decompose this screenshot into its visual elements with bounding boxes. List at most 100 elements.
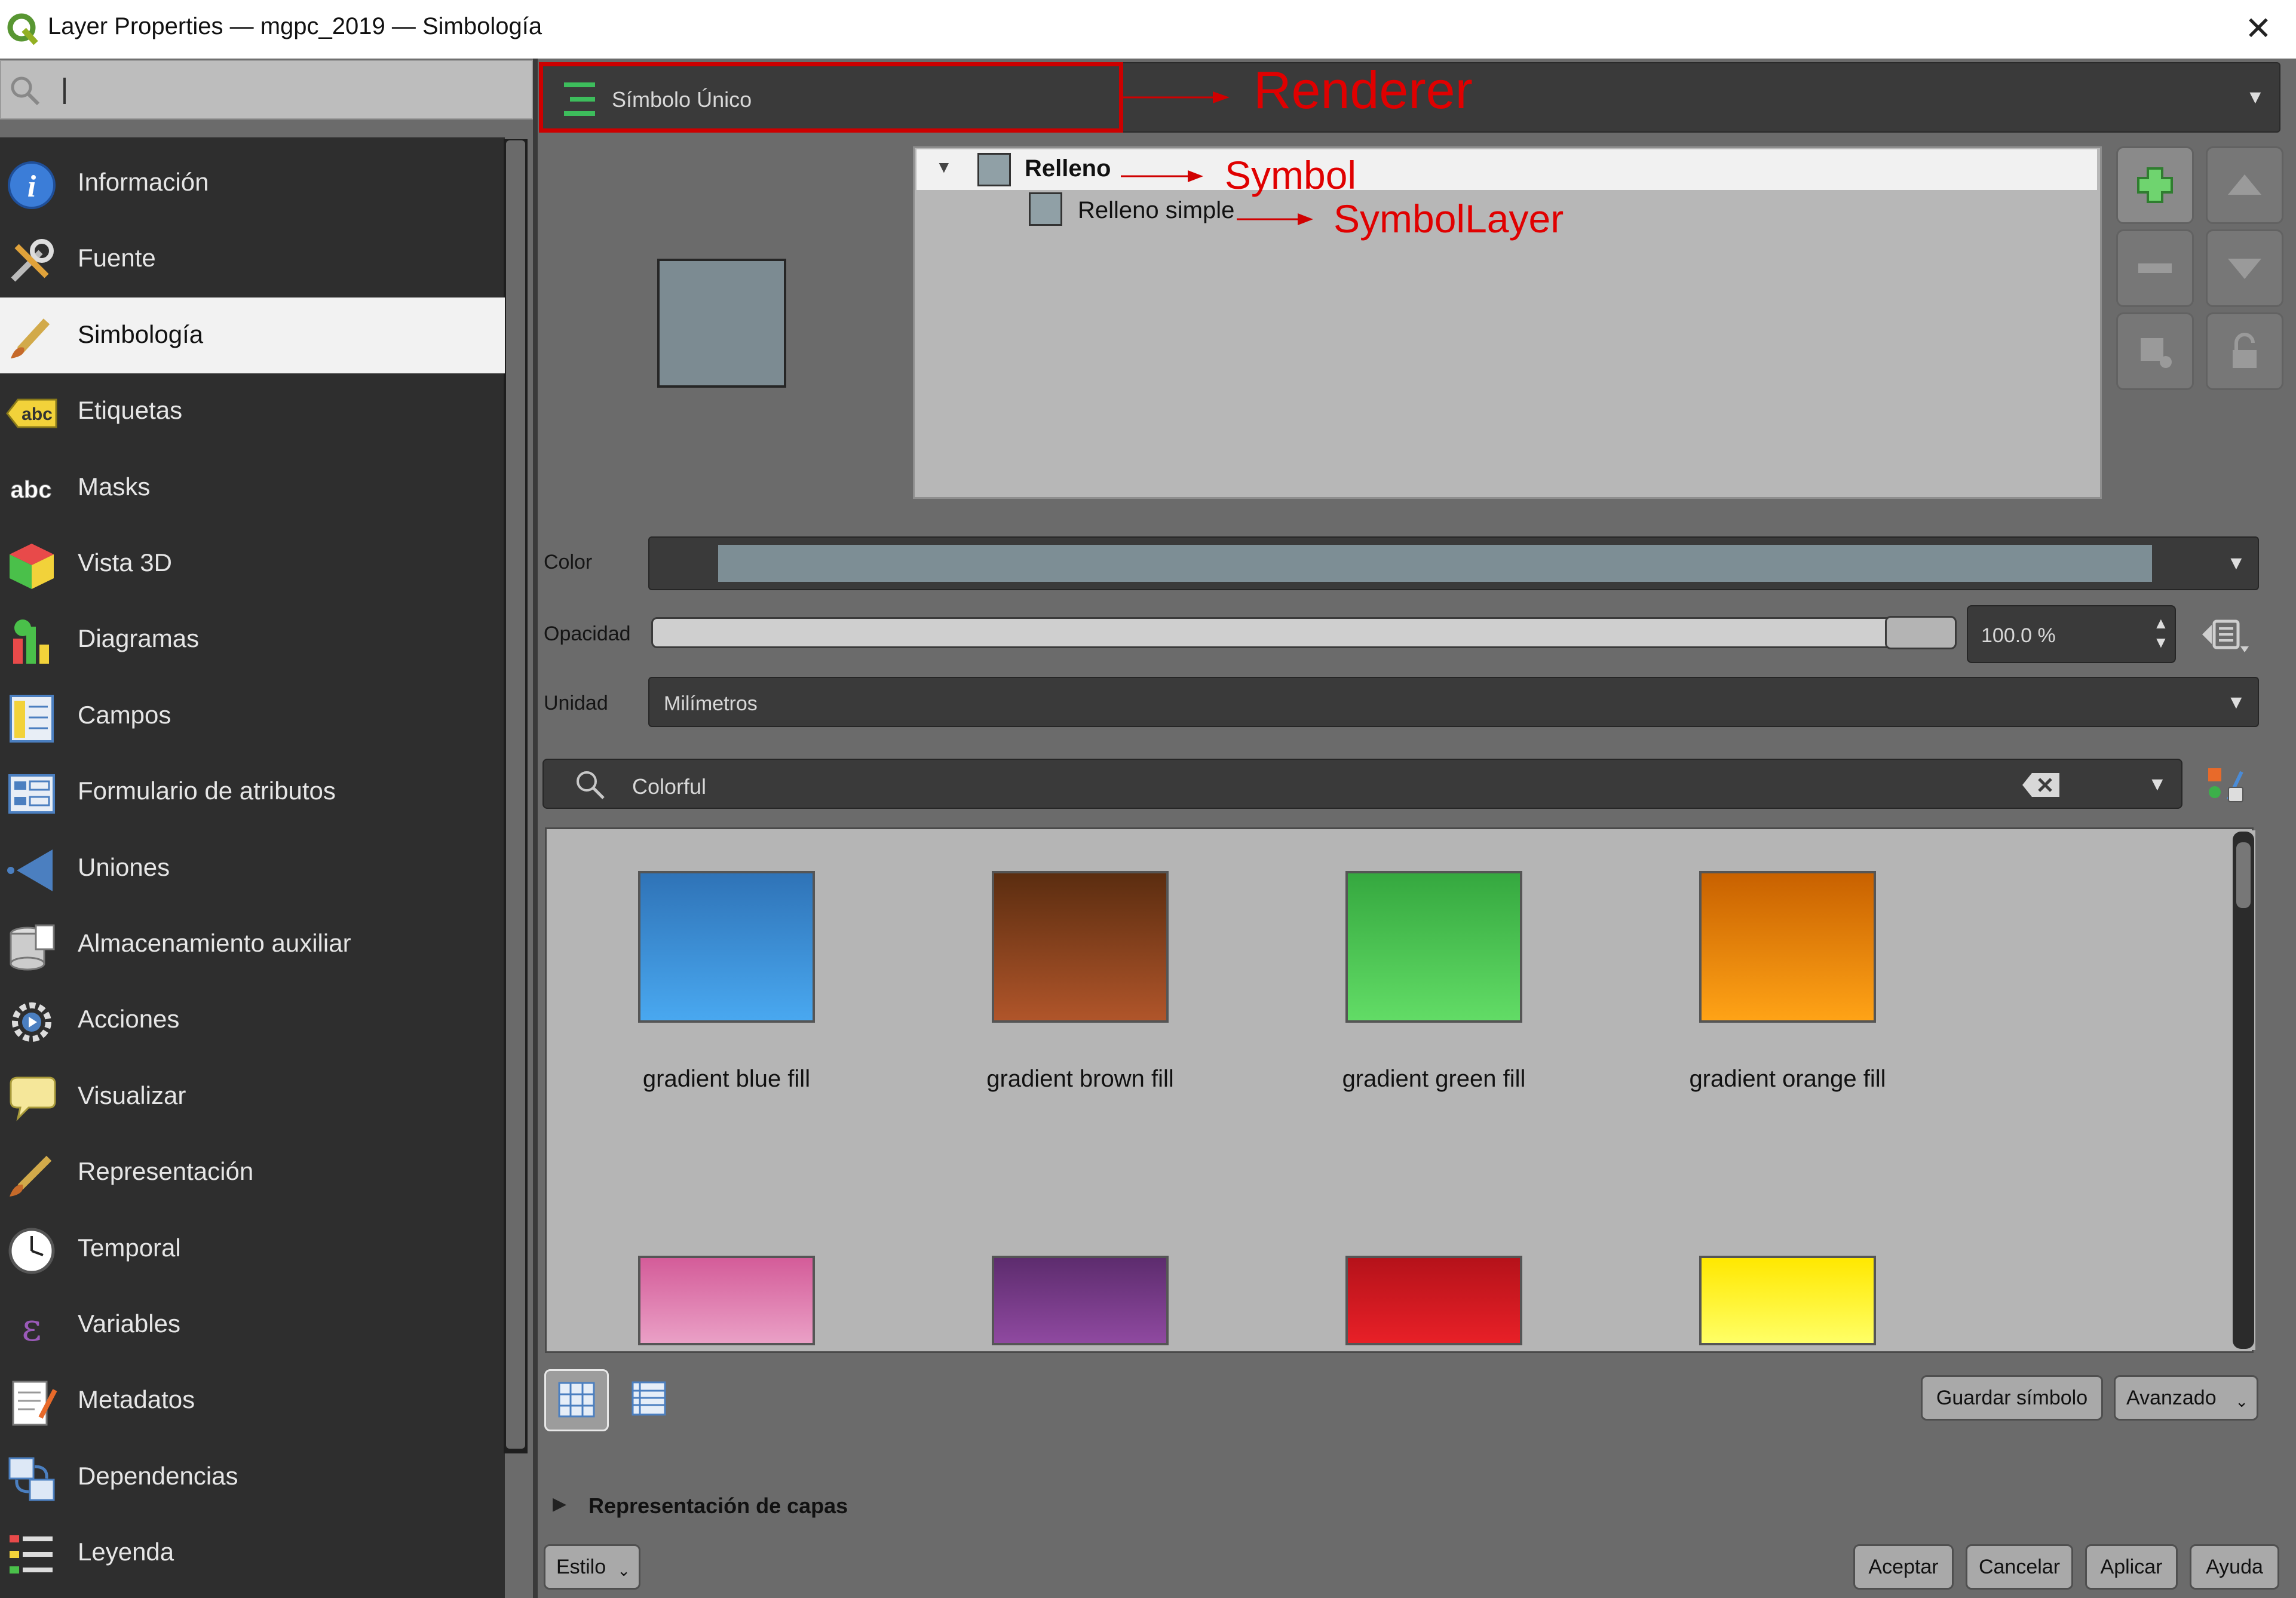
expand-arrow-icon[interactable]: ▶	[553, 1493, 566, 1514]
sidebar-item-acciones[interactable]: Acciones	[0, 982, 505, 1058]
symbol-layer-label[interactable]: Relleno simple	[1078, 197, 1234, 224]
sidebar-item-visualizar[interactable]: Visualizar	[0, 1059, 505, 1134]
expand-triangle-icon[interactable]: ▼	[936, 158, 952, 177]
sidebar-item-label: Simbología	[78, 320, 204, 348]
fields-icon	[10, 694, 54, 743]
apply-button[interactable]: Aplicar	[2085, 1544, 2178, 1590]
sidebar-item-uniones[interactable]: Uniones	[0, 830, 505, 906]
symbol-library-search[interactable]: Colorful ▼	[542, 759, 2182, 809]
color-button[interactable]: ▼	[648, 536, 2259, 590]
symbol-name[interactable]: gradient green fill	[1285, 1066, 1583, 1093]
sidebar-item-label: Dependencias	[78, 1461, 238, 1490]
add-layer-button[interactable]	[2116, 146, 2194, 224]
icon-view-button[interactable]	[544, 1369, 609, 1431]
unit-combobox[interactable]: Milímetros ▼	[648, 677, 2259, 727]
symbol-swatch-0[interactable]	[638, 871, 815, 1023]
sidebar-item-dependencias[interactable]: Dependencias	[0, 1439, 505, 1515]
opacity-spinbox[interactable]: 100.0 % ▲ ▼	[1967, 605, 2176, 663]
sidebar-item-diagramas[interactable]: Diagramas	[0, 602, 505, 677]
sidebar-item-representacion[interactable]: Representación	[0, 1134, 505, 1210]
search-icon	[11, 76, 40, 106]
sidebar-item-label: Fuente	[78, 244, 156, 272]
move-down-button[interactable]	[2206, 229, 2283, 307]
symbol-swatch-5[interactable]	[992, 1256, 1169, 1345]
sidebar-item-leyenda[interactable]: Leyenda	[0, 1515, 505, 1591]
help-button[interactable]: Ayuda	[2190, 1544, 2279, 1590]
grid-scroll-track[interactable]	[2233, 832, 2254, 1349]
lock-color-button[interactable]	[2206, 312, 2283, 390]
actions-gear-icon	[12, 1002, 51, 1042]
list-view-button[interactable]	[618, 1369, 683, 1431]
symbol-name[interactable]: gradient blue fill	[577, 1066, 876, 1093]
sidebar-item-informacion[interactable]: i Información	[0, 145, 505, 221]
attribute-form-icon	[8, 774, 55, 814]
symbol-swatch-3[interactable]	[1699, 871, 1876, 1023]
style-manager-icon[interactable]	[2205, 763, 2248, 806]
sidebar-item-vista-3d[interactable]: Vista 3D	[0, 526, 505, 602]
sidebar-item-formulario-de-atributos[interactable]: Formulario de atributos	[0, 754, 505, 830]
paintbrush-icon	[11, 318, 50, 358]
sidebar-item-label: Etiquetas	[78, 396, 183, 425]
move-up-icon	[2228, 174, 2261, 195]
sidebar-item-temporal[interactable]: Temporal	[0, 1211, 505, 1287]
chevron-down-icon: ▼	[2227, 691, 2246, 713]
sidebar-item-label: Vista 3D	[78, 548, 172, 576]
splitter[interactable]	[533, 59, 538, 1598]
sidebar-item-campos[interactable]: Campos	[0, 678, 505, 754]
info-icon: i	[8, 161, 56, 209]
spinbox-arrows-icon[interactable]: ▲ ▼	[2153, 614, 2169, 652]
symbol-label[interactable]: Relleno	[1025, 155, 1111, 182]
symbol-swatch-4[interactable]	[638, 1256, 815, 1345]
sidebar-item-fuente[interactable]: Fuente	[0, 221, 505, 297]
dropdown-arrow-icon: ⌄	[617, 1562, 630, 1579]
sidebar-item-almacenamiento-auxiliar[interactable]: Almacenamiento auxiliar	[0, 906, 505, 982]
grid-scroll-thumb[interactable]	[2236, 842, 2251, 908]
search-input[interactable]	[63, 78, 66, 104]
advanced-button[interactable]: Avanzado ⌄	[2114, 1375, 2258, 1421]
data-defined-override-icon[interactable]	[2199, 609, 2252, 660]
advanced-label: Avanzado	[2126, 1387, 2217, 1409]
symbol-swatch-7[interactable]	[1699, 1256, 1876, 1345]
opacity-slider-handle[interactable]	[1885, 616, 1957, 649]
symbol-name[interactable]: gradient brown fill	[931, 1066, 1230, 1093]
sidebar-item-masks[interactable]: abc Masks	[0, 450, 505, 526]
qgis-logo-icon	[7, 13, 38, 45]
labels-abc-icon: abc	[6, 398, 57, 428]
duplicate-layer-button[interactable]	[2116, 312, 2194, 390]
library-search-input[interactable]: Colorful	[632, 774, 706, 799]
symbol-name[interactable]: gradient orange fill	[1638, 1066, 1937, 1093]
save-symbol-button[interactable]: Guardar símbolo	[1921, 1375, 2103, 1421]
grid-scrollbar[interactable]	[2231, 830, 2255, 1350]
move-down-icon	[2228, 259, 2261, 279]
symbol-swatch-2[interactable]	[1345, 871, 1522, 1023]
sidebar-item-metadatos[interactable]: Metadatos	[0, 1363, 505, 1438]
sidebar-scroll-thumb[interactable]	[506, 140, 525, 1449]
style-button[interactable]: Estilo ⌄	[544, 1544, 640, 1590]
layer-rendering-section[interactable]: Representación de capas	[588, 1493, 848, 1519]
symbol-swatch-6[interactable]	[1345, 1256, 1522, 1345]
move-up-button[interactable]	[2206, 146, 2283, 224]
opacity-label: Opacidad	[544, 622, 631, 645]
sidebar-item-label: Variables	[78, 1309, 180, 1338]
sidebar-scrollbar[interactable]	[504, 139, 528, 1453]
remove-layer-button[interactable]	[2116, 229, 2194, 307]
sidebar-item-variables[interactable]: ε Variables	[0, 1287, 505, 1363]
close-button[interactable]: ✕	[2234, 5, 2282, 53]
symbol-annotation: Symbol	[1225, 153, 1357, 197]
sidebar-item-label: Leyenda	[78, 1538, 174, 1566]
cancel-button[interactable]: Cancelar	[1966, 1544, 2073, 1590]
opacity-slider[interactable]	[651, 617, 1957, 648]
renderer-annotation: Renderer	[1253, 60, 1473, 119]
symbol-arrow	[1121, 170, 1203, 182]
unit-label: Unidad	[544, 692, 608, 714]
sidebar-item-etiquetas[interactable]: abc Etiquetas	[0, 373, 505, 449]
sidebar-item-simbologia[interactable]: Simbología	[0, 297, 505, 373]
sidebar-item-label: Masks	[78, 472, 151, 501]
symbol-layer-swatch	[1029, 192, 1062, 226]
diagram-icon	[13, 619, 49, 664]
clear-icon[interactable]	[2022, 772, 2061, 798]
sidebar-search[interactable]	[0, 60, 533, 119]
symbol-swatch-1[interactable]	[992, 871, 1169, 1023]
svg-text:i: i	[27, 170, 36, 204]
accept-button[interactable]: Aceptar	[1853, 1544, 1954, 1590]
